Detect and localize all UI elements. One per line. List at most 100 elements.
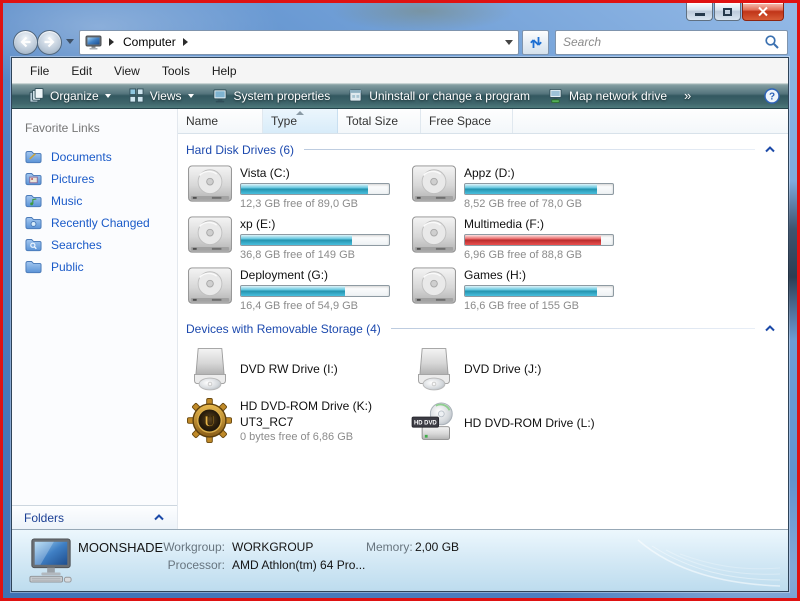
- capacity-bar: [240, 234, 390, 246]
- column-total-size[interactable]: Total Size: [338, 109, 421, 133]
- capacity-bar: [240, 285, 390, 297]
- group-title: Devices with Removable Storage (4): [186, 321, 381, 336]
- capacity-bar-fill: [241, 235, 352, 245]
- views-button[interactable]: Views: [120, 84, 203, 107]
- system-properties-icon: [212, 89, 227, 103]
- drive-name: Deployment (G:): [240, 268, 329, 282]
- minimize-icon: [694, 13, 705, 16]
- menu-help[interactable]: Help: [201, 59, 248, 83]
- toolbar-overflow-chevron[interactable]: »: [676, 88, 699, 103]
- drive-tile-multimedia-f[interactable]: Multimedia (F:) 6,96 GB free of 88,8 GB: [410, 214, 634, 265]
- drive-tile-appz-d[interactable]: Appz (D:) 8,52 GB free of 78,0 GB: [410, 163, 634, 214]
- column-free-space[interactable]: Free Space: [421, 109, 513, 133]
- close-button[interactable]: [742, 3, 784, 21]
- svg-text:HD DVD: HD DVD: [413, 420, 436, 426]
- drive-name: Vista (C:): [240, 166, 290, 180]
- drive-tile-xp-e[interactable]: xp (E:) 36,8 GB free of 149 GB: [186, 214, 410, 265]
- searches-folder-icon: [25, 239, 42, 252]
- processor-value: AMD Athlon(tm) 64 Pro...: [232, 558, 366, 572]
- sidebar-item-documents[interactable]: Documents: [25, 146, 177, 168]
- forward-button[interactable]: [37, 29, 62, 55]
- maximize-button[interactable]: [714, 3, 741, 21]
- refresh-button[interactable]: [522, 29, 549, 55]
- column-type[interactable]: Type: [263, 109, 338, 133]
- menu-view[interactable]: View: [103, 59, 151, 83]
- drive-tile-vista-c[interactable]: Vista (C:) 12,3 GB free of 89,0 GB: [186, 163, 410, 214]
- sidebar-item-searches[interactable]: Searches: [25, 234, 177, 256]
- hard-drive-icon: [187, 216, 232, 253]
- drive-tile-deployment-g[interactable]: Deployment (G:) 16,4 GB free of 54,9 GB: [186, 265, 410, 316]
- group-header-removable[interactable]: Devices with Removable Storage (4): [186, 318, 782, 339]
- breadcrumb-arrow-icon[interactable]: [109, 38, 118, 46]
- drive-tile-dvd-j[interactable]: DVD Drive (J:): [410, 342, 634, 396]
- hd-dvd-drive-icon: HD DVD: [411, 402, 453, 440]
- map-network-drive-label: Map network drive: [568, 88, 668, 103]
- screenshot-frame: Computer Search File Edit View Tools Hel…: [0, 0, 800, 601]
- recent-pages-dropdown[interactable]: [66, 39, 74, 48]
- column-filler: [513, 109, 788, 133]
- title-bar[interactable]: [11, 3, 789, 27]
- organize-label: Organize: [50, 88, 99, 103]
- uninstall-program-icon: [349, 89, 362, 102]
- drive-free-space: 16,6 GB free of 155 GB: [464, 300, 579, 312]
- recently-changed-folder-icon: [25, 217, 42, 230]
- uninstall-program-button[interactable]: Uninstall or change a program: [339, 84, 539, 107]
- command-toolbar: Organize Views System properties Uninsta…: [12, 83, 788, 109]
- capacity-bar-low: [464, 234, 614, 246]
- column-name[interactable]: Name: [178, 109, 263, 133]
- favorite-links: Favorite Links Documents Pictures Music: [12, 109, 177, 505]
- organize-button[interactable]: Organize: [20, 84, 120, 107]
- window-content: File Edit View Tools Help Organize Views…: [11, 57, 789, 592]
- drive-name: Multimedia (F:): [464, 217, 545, 231]
- glass-edge-shadow: [788, 181, 797, 341]
- map-network-drive-button[interactable]: Map network drive: [539, 84, 676, 108]
- views-label: Views: [149, 88, 182, 103]
- back-button[interactable]: [13, 29, 38, 55]
- computer-icon-large: [28, 537, 74, 588]
- address-dropdown-icon[interactable]: [505, 39, 513, 49]
- removable-tiles: DVD RW Drive (I:) DVD Drive (J:) U HD DV…: [186, 342, 782, 456]
- menu-edit[interactable]: Edit: [60, 59, 103, 83]
- chevron-up-icon[interactable]: [764, 325, 776, 332]
- minimize-button[interactable]: [686, 3, 713, 21]
- folders-band[interactable]: Folders: [12, 505, 177, 529]
- chevron-up-icon[interactable]: [764, 146, 776, 153]
- group-rule: [304, 149, 755, 150]
- address-bar[interactable]: Computer: [79, 29, 519, 55]
- sidebar-item-public[interactable]: Public: [25, 256, 177, 278]
- capacity-bar-fill: [465, 286, 597, 296]
- memory-label: Memory:: [366, 540, 413, 554]
- refresh-icon: [529, 36, 542, 48]
- hard-drive-icon: [411, 165, 456, 202]
- search-input[interactable]: Search: [555, 29, 788, 55]
- drive-free-space: 16,4 GB free of 54,9 GB: [240, 300, 359, 312]
- drive-tile-hddvd-k[interactable]: U HD DVD-ROM Drive (K:) UT3_RC7 0 bytes …: [186, 396, 410, 456]
- drive-name: Games (H:): [464, 268, 527, 282]
- drive-tile-dvd-rw-i[interactable]: DVD RW Drive (I:): [186, 342, 410, 396]
- disc-label: UT3_RC7: [240, 415, 294, 429]
- menu-bar: File Edit View Tools Help: [12, 58, 788, 83]
- drive-tile-games-h[interactable]: Games (H:) 16,6 GB free of 155 GB: [410, 265, 634, 316]
- sidebar-item-music[interactable]: Music: [25, 190, 177, 212]
- system-properties-button[interactable]: System properties: [203, 84, 340, 107]
- workgroup-label: Workgroup:: [163, 540, 225, 554]
- pictures-folder-icon: [25, 173, 42, 186]
- search-icon[interactable]: [764, 34, 780, 50]
- help-button[interactable]: ?: [764, 87, 780, 104]
- capacity-bar-fill: [465, 235, 602, 245]
- breadcrumb-computer[interactable]: Computer: [123, 35, 176, 49]
- breadcrumb-arrow-icon[interactable]: [182, 38, 192, 46]
- hard-disk-tiles: Vista (C:) 12,3 GB free of 89,0 GB Appz …: [186, 163, 782, 316]
- folders-label: Folders: [24, 510, 65, 525]
- hard-drive-icon: [187, 267, 232, 304]
- drive-tile-hddvd-l[interactable]: HD DVD HD DVD-ROM Drive (L:): [410, 396, 634, 450]
- group-rule: [390, 328, 755, 329]
- menu-tools[interactable]: Tools: [151, 59, 201, 83]
- group-header-hard-disks[interactable]: Hard Disk Drives (6): [186, 139, 782, 160]
- sidebar-item-recently-changed[interactable]: Recently Changed: [25, 212, 177, 234]
- system-properties-label: System properties: [233, 88, 331, 103]
- sidebar-item-pictures[interactable]: Pictures: [25, 168, 177, 190]
- sidebar-item-label: Music: [51, 194, 83, 208]
- menu-file[interactable]: File: [19, 59, 60, 83]
- hard-drive-icon: [187, 165, 232, 202]
